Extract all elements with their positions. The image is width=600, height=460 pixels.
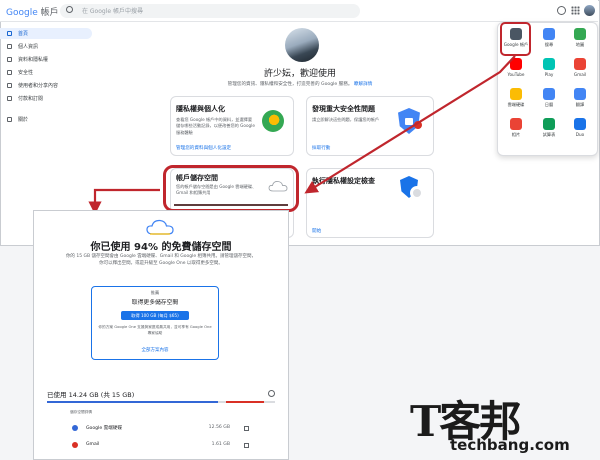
storage-panel-title: 你已使用 94% 的免費儲存空間	[90, 242, 232, 253]
drive-row-size: 12.56 GB	[208, 425, 230, 430]
all-plans-link[interactable]: 全部方案內容	[91, 347, 219, 353]
arrow-storage-to-panel	[88, 188, 160, 215]
offer-note: 你的方案 Google One 支援與家庭成員共用，並可享有 Google On…	[98, 325, 212, 335]
gmail-row-size: 1.61 GB	[211, 442, 230, 447]
techbang-url: techbang.com	[450, 436, 570, 454]
storage-used-label: 已使用 14.24 GB (共 15 GB)	[47, 391, 135, 399]
storage-panel-desc: 你的 15 GB 儲存空間會由 Google 雲端硬碟、Gmail 和 Goog…	[65, 254, 257, 266]
storage-usage-fill	[47, 401, 219, 403]
get-100gb-button[interactable]: 取得 100 GB (每月 $65)	[121, 311, 189, 320]
storage-usage-gmail	[226, 401, 264, 403]
gmail-row-label: Gmail	[86, 442, 100, 447]
offer-title: 取得更多儲存空間	[131, 300, 179, 306]
open-external-icon[interactable]	[244, 426, 249, 431]
info-icon[interactable]	[268, 390, 275, 397]
breakdown-header: 儲存空間詳情	[70, 410, 93, 414]
open-external-icon[interactable]	[244, 443, 249, 448]
gmail-dot	[72, 442, 78, 448]
arrow-apps-to-storage	[304, 55, 516, 194]
drive-dot	[72, 425, 78, 431]
offer-eyebrow: 推薦	[150, 290, 160, 295]
drive-row-label: Google 雲端硬碟	[86, 426, 123, 431]
cloud-icon	[146, 219, 174, 235]
